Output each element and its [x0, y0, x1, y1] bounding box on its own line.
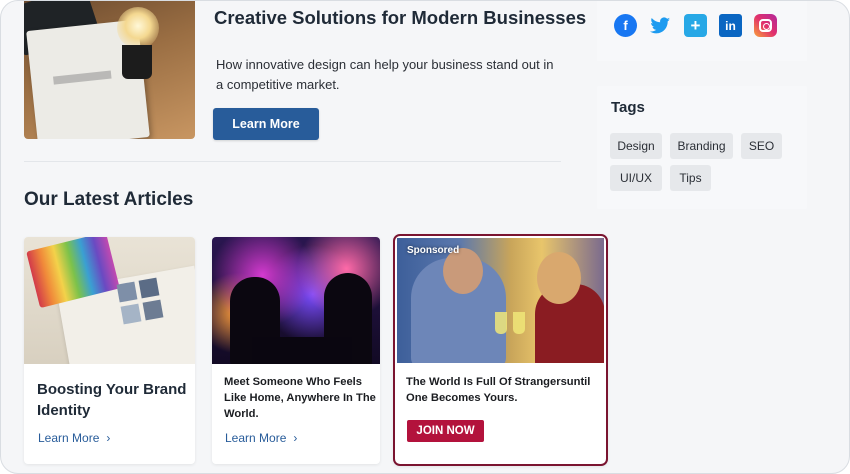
tag-branding[interactable]: Branding: [670, 133, 733, 159]
article-image-meet-someone[interactable]: [212, 237, 380, 364]
featured-title[interactable]: Creative Solutions for Modern Businesses: [214, 7, 586, 29]
sponsored-ad-card[interactable]: Sponsored The World Is Full Of Strangers…: [393, 234, 608, 466]
facebook-icon[interactable]: f: [614, 14, 637, 37]
color-square: [138, 277, 160, 299]
color-square: [120, 303, 142, 325]
table-shape: [252, 337, 352, 364]
article-title[interactable]: Meet Someone Who Feels Like Home, Anywhe…: [224, 374, 376, 422]
article-card-brand-identity[interactable]: Boosting Your Brand Identity Learn More ›: [24, 237, 195, 464]
learn-more-label: Learn More: [225, 431, 287, 445]
sponsored-badge: Sponsored: [407, 245, 460, 256]
tag-seo[interactable]: SEO: [741, 133, 782, 159]
tag-tips[interactable]: Tips: [670, 165, 711, 191]
featured-description: How innovative design can help your busi…: [216, 57, 554, 92]
color-square: [142, 299, 164, 321]
section-title: Our Latest Articles: [24, 189, 194, 210]
learn-more-label: Learn More: [38, 431, 100, 445]
join-now-button[interactable]: JOIN NOW: [407, 420, 484, 442]
article-title[interactable]: Boosting Your Brand Identity: [37, 379, 187, 421]
linkedin-icon[interactable]: in: [719, 14, 742, 37]
twitter-bird-shape: [650, 16, 671, 33]
pot-shape: [122, 45, 152, 79]
page-frame: Creative Solutions for Modern Businesses…: [0, 0, 850, 474]
person-head-shape: [537, 252, 581, 304]
article-card-meet-someone[interactable]: Meet Someone Who Feels Like Home, Anywhe…: [212, 237, 380, 464]
social-links: f + in: [614, 14, 777, 37]
chevron-right-icon: ›: [293, 431, 298, 445]
instagram-icon[interactable]: [754, 14, 777, 37]
wine-glass-shape: [513, 312, 525, 334]
ad-title[interactable]: The World Is Full Of Strangersuntil One …: [406, 374, 602, 406]
wine-glass-shape: [495, 312, 507, 334]
divider: [24, 161, 561, 162]
tags-title: Tags: [611, 99, 645, 116]
learn-more-link[interactable]: Learn More ›: [225, 431, 297, 445]
learn-more-link[interactable]: Learn More ›: [38, 431, 110, 445]
tag-uiux[interactable]: UI/UX: [610, 165, 662, 191]
color-square: [116, 281, 138, 303]
featured-learn-more-button[interactable]: Learn More: [213, 108, 319, 140]
plus-icon[interactable]: +: [684, 14, 707, 37]
instagram-ring: [759, 19, 772, 32]
twitter-icon[interactable]: [649, 14, 672, 37]
lightbulb-shape: [117, 7, 159, 49]
sponsored-ad-image[interactable]: Sponsored: [397, 238, 604, 363]
chevron-right-icon: ›: [106, 431, 111, 445]
tag-design[interactable]: Design: [610, 133, 662, 159]
featured-article-image[interactable]: [24, 1, 195, 139]
article-image-brand-identity[interactable]: [24, 237, 195, 364]
